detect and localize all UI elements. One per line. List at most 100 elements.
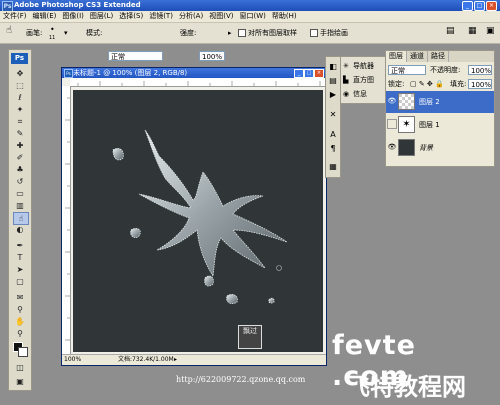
lasso-tool-icon[interactable]: ℓ: [13, 92, 27, 103]
image-canvas[interactable]: 飘过: [73, 90, 323, 352]
path-selection-tool-icon[interactable]: ➤: [13, 264, 27, 275]
info-icon: ◉: [343, 90, 350, 98]
clone-stamp-tool-icon[interactable]: ♣: [13, 164, 27, 175]
layer-name: 图层 2: [419, 98, 440, 106]
history-strip-icon[interactable]: ▤: [327, 75, 339, 87]
slice-tool-icon[interactable]: ✎: [13, 128, 27, 139]
status-bar: 100% 文档:732.4K/1.00M ▸: [62, 354, 326, 365]
layer-row[interactable]: 👁 图层 2: [386, 91, 494, 113]
document-title: 未标题-1 @ 100% (图层 2, RGB/8): [73, 69, 188, 77]
finger-paint-checkbox[interactable]: 手指绘画: [310, 28, 348, 38]
crop-tool-icon[interactable]: ⌗: [13, 116, 27, 127]
splash-artwork: [112, 129, 288, 304]
menu-select[interactable]: 选择(S): [116, 11, 146, 22]
menu-file[interactable]: 文件(F): [0, 11, 30, 22]
navigator-icon: ✳: [343, 62, 349, 70]
layer-comps-strip-icon[interactable]: ▦: [327, 161, 339, 173]
layer-row[interactable]: 👁 背景: [386, 137, 494, 159]
move-tool-icon[interactable]: ✥: [13, 68, 27, 79]
workspace-icon[interactable]: ▤: [446, 26, 455, 36]
screen-mode-icon[interactable]: ▣: [13, 376, 27, 387]
doc-minimize-button[interactable]: _: [294, 69, 304, 78]
eraser-tool-icon[interactable]: ▭: [13, 188, 27, 199]
gradient-tool-icon[interactable]: ▥: [13, 200, 27, 211]
menu-filter[interactable]: 滤镜(T): [146, 11, 176, 22]
magic-wand-tool-icon[interactable]: ✦: [13, 104, 27, 115]
menu-bar: 文件(F) 编辑(E) 图像(I) 图层(L) 选择(S) 滤镜(T) 分析(A…: [0, 11, 500, 23]
file-browser-icon[interactable]: ▦: [468, 26, 477, 36]
vertical-ruler[interactable]: [62, 86, 71, 354]
healing-brush-tool-icon[interactable]: ✚: [13, 140, 27, 151]
menu-edit[interactable]: 编辑(E): [30, 11, 60, 22]
brush-dropdown-icon[interactable]: ▾: [64, 28, 68, 38]
pen-tool-icon[interactable]: ✒: [13, 240, 27, 251]
nav-item-info[interactable]: ◉ 信息: [343, 87, 383, 101]
menu-image[interactable]: 图像(I): [59, 11, 87, 22]
close-button[interactable]: ×: [486, 1, 497, 11]
status-menu-arrow-icon[interactable]: ▸: [174, 355, 177, 365]
character-strip-icon[interactable]: A: [327, 129, 339, 141]
nav-item-histogram[interactable]: ▙ 直方图: [343, 73, 383, 87]
dodge-tool-icon[interactable]: ◐: [13, 224, 27, 235]
hand-tool-icon[interactable]: ✋: [13, 316, 27, 327]
eyedropper-tool-icon[interactable]: ⚲: [13, 304, 27, 315]
seal-stamp: 飘过: [238, 325, 262, 349]
zoom-tool-icon[interactable]: ⚲: [13, 328, 27, 339]
histogram-icon: ▙: [343, 76, 349, 84]
doc-maximize-button[interactable]: □: [304, 69, 314, 78]
visibility-eye-icon[interactable]: 👁: [387, 96, 397, 106]
horizontal-ruler[interactable]: [70, 78, 326, 87]
doc-close-button[interactable]: ×: [314, 69, 324, 78]
marquee-tool-icon[interactable]: ⬚: [13, 80, 27, 91]
tab-channels[interactable]: 通道: [407, 51, 428, 62]
menu-analysis[interactable]: 分析(A): [176, 11, 206, 22]
brush-size: 11: [49, 35, 56, 41]
fill-input[interactable]: 100%: [468, 79, 492, 89]
color-swatches-icon[interactable]: [13, 342, 28, 357]
actions-strip-icon[interactable]: ▶: [327, 89, 339, 101]
document-window: Ps 未标题-1 @ 100% (图层 2, RGB/8) _ □ × 飘过 1…: [61, 67, 327, 366]
notes-tool-icon[interactable]: ✉: [13, 292, 27, 303]
document-info[interactable]: 文档:732.4K/1.00M: [118, 355, 174, 365]
history-brush-tool-icon[interactable]: ↺: [13, 176, 27, 187]
nav-item-navigator[interactable]: ✳ 导航器: [343, 59, 383, 73]
document-title-bar[interactable]: Ps 未标题-1 @ 100% (图层 2, RGB/8) _ □ ×: [62, 68, 326, 78]
palette-well-icon[interactable]: ▣: [486, 26, 495, 36]
strength-input[interactable]: 100%: [199, 51, 225, 61]
mode-label: 模式:: [86, 29, 103, 37]
smudge-tool-icon[interactable]: ☝: [6, 26, 12, 36]
tab-layers[interactable]: 图层: [386, 51, 407, 62]
shape-tool-icon[interactable]: ▢: [13, 276, 27, 287]
toolbox: Ps ✥ ⬚ ℓ ✦ ⌗ ✎ ✚ ✐ ♣ ↺ ▭ ▥ ☝ ◐ ✒ T ➤ ▢ ✉…: [8, 49, 32, 391]
type-tool-icon[interactable]: T: [13, 252, 27, 263]
visibility-eye-icon[interactable]: 👁: [387, 142, 397, 152]
brush-tool-icon[interactable]: ✐: [13, 152, 27, 163]
menu-view[interactable]: 视图(V): [206, 11, 236, 22]
opacity-input[interactable]: 100%: [468, 65, 492, 75]
minimize-button[interactable]: _: [462, 1, 473, 11]
visibility-toggle-empty[interactable]: [387, 119, 397, 129]
navigator-strip-icon[interactable]: ◧: [327, 61, 339, 73]
mode-select[interactable]: 正常: [108, 51, 163, 61]
zoom-level[interactable]: 100%: [64, 355, 81, 365]
ruler-ticks: [65, 97, 70, 341]
photoshop-toolbox-logo[interactable]: Ps: [11, 53, 28, 64]
strength-label: 强度:: [180, 29, 197, 37]
menu-help[interactable]: 帮助(H): [269, 11, 300, 22]
lock-icons[interactable]: ▢ ✎ ✥ 🔒: [410, 79, 444, 89]
layer-name: 图层 1: [419, 121, 440, 129]
sample-all-checkbox[interactable]: 对所有图层取样: [238, 28, 297, 38]
strength-slider-icon[interactable]: ▸: [228, 28, 232, 38]
quick-mask-icon[interactable]: ◫: [13, 362, 27, 373]
menu-layer[interactable]: 图层(L): [87, 11, 116, 22]
options-bar: ☝ 画笔: • 11 ▾ 模式: 正常 强度: 100% ▸ 对所有图层取样 手…: [0, 23, 500, 61]
seal-text: 飘过: [243, 327, 257, 335]
tab-paths[interactable]: 路径: [428, 51, 449, 62]
maximize-button[interactable]: □: [474, 1, 485, 11]
tools-strip-icon[interactable]: ✕: [327, 109, 339, 121]
menu-window[interactable]: 窗口(W): [236, 11, 268, 22]
blend-mode-select[interactable]: 正常: [388, 65, 426, 75]
layers-tabs: 图层 通道 路径: [386, 51, 494, 62]
paragraph-strip-icon[interactable]: ¶: [327, 143, 339, 155]
layer-row[interactable]: ✶ 图层 1: [386, 114, 494, 136]
